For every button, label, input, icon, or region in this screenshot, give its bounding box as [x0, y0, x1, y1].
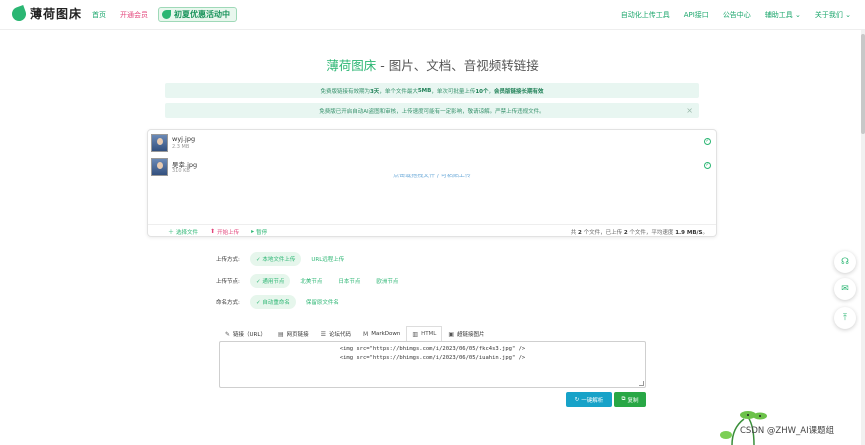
nav-api[interactable]: API接口 — [684, 10, 709, 20]
node-na-chip[interactable]: 北美节点 — [294, 274, 328, 288]
scrollbar-thumb[interactable] — [861, 34, 865, 134]
upload-footer: ＋选择文件 ⬆ 开始上传 ▸ 暂停 共 2 个文件，已上传 2 个文件，平均速度 1… — [148, 224, 716, 237]
promo-badge[interactable]: 初夏优惠活动中 — [158, 7, 237, 22]
html-icon: ▥ — [412, 330, 419, 338]
naming-auto-chip[interactable]: ✓ 自动重命名 — [250, 295, 296, 309]
parse-button[interactable]: ↻ 一键解析 — [566, 392, 612, 407]
output-textarea[interactable]: <img src="https://bhimgs.com/i/2023/06/0… — [219, 341, 646, 388]
nav-announcements[interactable]: 公告中心 — [723, 10, 751, 20]
upload-node-row: 上传节点: ✓ 通用节点 北美节点 日本节点 欧洲节点 — [216, 274, 408, 288]
nav-home[interactable]: 首页 — [92, 10, 106, 20]
start-upload-button[interactable]: ⬆ 开始上传 — [210, 227, 239, 236]
refresh-icon: ↻ — [574, 396, 580, 403]
file-thumbnail — [151, 134, 168, 152]
mode-url-chip[interactable]: URL远程上传 — [305, 252, 350, 266]
upload-icon: ⬆ — [210, 228, 216, 235]
resize-grip-icon[interactable] — [639, 381, 644, 386]
leaf-icon — [162, 10, 171, 19]
output-line: <img src="https://bhimgs.com/i/2023/06/0… — [339, 355, 526, 361]
tab-forum-code[interactable]: ☰ 论坛代码 — [315, 326, 357, 341]
check-circle-icon: ✓ — [704, 138, 711, 145]
upload-panel: wyj.jpg 2.3 MB ✓ 吴幸.jpg 310 KB ✓ 点击或拖拽文件… — [147, 129, 717, 237]
choose-file-button[interactable]: ＋选择文件 — [168, 227, 198, 236]
tab-hyperlink-image[interactable]: ▣ 超链接图片 — [442, 326, 490, 341]
mode-local-chip[interactable]: ✓ 本地文件上传 — [250, 252, 302, 266]
file-item: wyj.jpg 2.3 MB ✓ — [151, 132, 714, 154]
mint-leaf-icon — [10, 4, 28, 23]
wechat-icon[interactable]: ✉ — [834, 278, 856, 300]
pencil-icon: ✎ — [225, 330, 231, 338]
nav-right: 自动化上传工具 API接口 公告中心 辅助工具 ⌄ 关于我们 ⌄ — [621, 10, 851, 20]
node-europe-chip[interactable]: 欧洲节点 — [370, 274, 404, 288]
naming-row: 命名方式: ✓ 自动重命名 保留原文件名 — [216, 295, 349, 309]
file-name: wyj.jpg — [172, 135, 196, 143]
tab-web-link[interactable]: ▤ 网页链接 — [272, 326, 315, 341]
close-icon[interactable]: × — [686, 106, 693, 115]
plus-icon: ＋ — [168, 229, 175, 236]
copy-icon: ⧉ — [621, 396, 626, 402]
markdown-icon: M — [363, 330, 369, 338]
output-line: <img src="https://bhimgs.com/i/2023/06/0… — [339, 346, 526, 352]
watermark: CSDN @ZHW_AI课题组 — [740, 426, 835, 436]
check-circle-icon: ✓ — [704, 162, 711, 169]
copy-button[interactable]: ⧉ 复制 — [614, 392, 646, 407]
headset-icon[interactable]: ☊ — [834, 251, 856, 273]
image-icon: ▣ — [448, 330, 455, 338]
nav-left: 首页 开通会员 — [92, 10, 148, 20]
brand-logo[interactable]: 薄荷图床 — [10, 4, 83, 23]
link-format-tabs: ✎ 链接（URL） ▤ 网页链接 ☰ 论坛代码 M MarkDown ▥ HTML ▣ 超链… — [219, 326, 646, 341]
nav-about-dropdown[interactable]: 关于我们 ⌄ — [815, 10, 851, 20]
page-title: 薄荷图床 - 图片、文档、音视频转链接 — [326, 58, 539, 73]
notice-limits: 免费版链接有效期为 3天 ，单个文件最大 5MB ，单次可批量上传 10个，会员版链… — [165, 83, 699, 98]
node-japan-chip[interactable]: 日本节点 — [332, 274, 366, 288]
naming-keep-chip[interactable]: 保留原文件名 — [300, 295, 345, 309]
play-icon: ▸ — [251, 228, 255, 235]
tab-url[interactable]: ✎ 链接（URL） — [219, 326, 272, 341]
tab-html[interactable]: ▥ HTML — [406, 326, 443, 341]
promo-label: 初夏优惠活动中 — [174, 10, 230, 19]
nav-vip[interactable]: 开通会员 — [120, 10, 148, 20]
back-to-top-icon[interactable]: ⤒ — [834, 307, 856, 329]
page-icon: ▤ — [277, 330, 284, 338]
node-general-chip[interactable]: ✓ 通用节点 — [250, 274, 291, 288]
tab-markdown[interactable]: M MarkDown — [357, 326, 406, 341]
drop-hint[interactable]: 点击或拖拽文件 / 可粘贴上传 — [148, 174, 716, 180]
pause-button[interactable]: ▸ 暂停 — [251, 227, 267, 236]
nav-auto-upload-tool[interactable]: 自动化上传工具 — [621, 10, 670, 20]
upload-stats: 共 2 个文件，已上传 2 个文件，平均速度 1.9 MB/S。 — [570, 230, 708, 236]
upload-mode-row: 上传方式: ✓ 本地文件上传 URL远程上传 — [216, 252, 354, 266]
top-navbar: 薄荷图床 首页 开通会员 初夏优惠活动中 自动化上传工具 API接口 公告中心 … — [0, 0, 865, 30]
notice-ai-review: 免费版已开启自动AI盗图和审核，上传速度可能有一定影响，敬请谅解。严禁上传违规文… — [165, 103, 699, 118]
code-icon: ☰ — [320, 330, 327, 338]
nav-tools-dropdown[interactable]: 辅助工具 ⌄ — [765, 10, 801, 20]
brand-name: 薄荷图床 — [30, 7, 83, 21]
page-scrollbar[interactable] — [861, 30, 865, 445]
file-size: 2.3 MB — [172, 144, 190, 150]
